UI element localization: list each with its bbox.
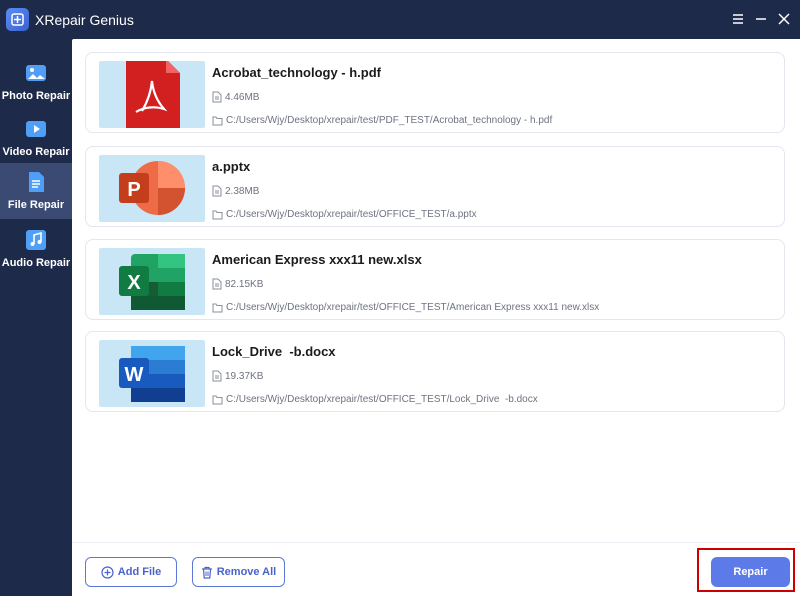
file-card[interactable]: X American Express xxx11 new.xlsx 82.15K… <box>85 239 785 320</box>
file-size-value: 4.46MB <box>225 91 260 103</box>
file-size: 82.15KB <box>212 278 263 290</box>
file-list-panel: Acrobat_technology - h.pdf 4.46MB C:/Use… <box>72 39 800 596</box>
file-size-value: 19.37KB <box>225 370 264 382</box>
file-name: a.pptx <box>212 159 251 174</box>
document-icon <box>212 185 222 197</box>
file-path-value: C:/Users/Wjy/Desktop/xrepair/test/OFFICE… <box>226 209 477 220</box>
minimize-icon[interactable] <box>752 10 770 28</box>
file-card[interactable]: Acrobat_technology - h.pdf 4.46MB C:/Use… <box>85 52 785 133</box>
repair-button[interactable]: Repair <box>711 557 790 587</box>
remove-all-button[interactable]: Remove All <box>192 557 285 587</box>
sidebar-item-label: Video Repair <box>2 146 70 158</box>
sidebar-item-photo-repair[interactable]: Photo Repair <box>0 56 72 112</box>
file-path-value: C:/Users/Wjy/Desktop/xrepair/test/PDF_TE… <box>226 115 553 126</box>
music-icon <box>26 230 46 250</box>
file-card[interactable]: P a.pptx 2.38MB C:/Users/Wjy/Desktop/xre… <box>85 146 785 227</box>
powerpoint-icon: P <box>119 161 185 215</box>
remove-all-label: Remove All <box>216 566 277 578</box>
file-path: C:/Users/Wjy/Desktop/xrepair/test/PDF_TE… <box>212 115 552 126</box>
app-logo-icon <box>6 8 29 31</box>
plus-circle-icon <box>101 565 114 579</box>
add-file-label: Add File <box>117 566 162 578</box>
file-thumbnail: X <box>99 248 205 315</box>
sidebar: Photo Repair Video Repair File Repair Au… <box>0 39 72 596</box>
svg-text:P: P <box>127 179 140 201</box>
svg-text:X: X <box>127 272 141 294</box>
file-size-value: 2.38MB <box>225 185 260 197</box>
file-path: C:/Users/Wjy/Desktop/xrepair/test/OFFICE… <box>212 394 538 405</box>
document-icon <box>212 370 222 382</box>
file-size: 2.38MB <box>212 185 259 197</box>
file-path: C:/Users/Wjy/Desktop/xrepair/test/OFFICE… <box>212 209 477 220</box>
file-card[interactable]: W Lock_Drive -b.docx 19.37KB C:/Users/Wj… <box>85 331 785 412</box>
close-icon[interactable] <box>775 10 793 28</box>
folder-icon <box>212 395 223 404</box>
photo-icon <box>26 65 46 81</box>
file-name: Acrobat_technology - h.pdf <box>212 65 381 80</box>
file-path-value: C:/Users/Wjy/Desktop/xrepair/test/OFFICE… <box>226 394 538 405</box>
sidebar-item-label: Audio Repair <box>1 257 71 269</box>
document-icon <box>212 91 222 103</box>
sidebar-item-label: File Repair <box>7 199 65 211</box>
footer-divider <box>72 542 800 543</box>
svg-text:W: W <box>125 364 144 386</box>
file-thumbnail: W <box>99 340 205 407</box>
file-path: C:/Users/Wjy/Desktop/xrepair/test/OFFICE… <box>212 302 599 313</box>
sidebar-item-audio-repair[interactable]: Audio Repair <box>0 223 72 279</box>
folder-icon <box>212 303 223 312</box>
file-size-value: 82.15KB <box>225 278 264 290</box>
trash-icon <box>201 566 212 579</box>
file-name: Lock_Drive -b.docx <box>212 344 336 359</box>
document-icon <box>212 278 222 290</box>
app-title: XRepair Genius <box>35 12 134 28</box>
title-bar: XRepair Genius <box>0 0 800 39</box>
file-thumbnail: P <box>99 155 205 222</box>
sidebar-item-video-repair[interactable]: Video Repair <box>0 112 72 168</box>
file-path-value: C:/Users/Wjy/Desktop/xrepair/test/OFFICE… <box>226 302 600 313</box>
pdf-icon <box>126 61 180 128</box>
file-size: 4.46MB <box>212 91 259 103</box>
file-size: 19.37KB <box>212 370 263 382</box>
sidebar-item-file-repair[interactable]: File Repair <box>0 163 72 219</box>
sidebar-item-label: Photo Repair <box>1 90 71 102</box>
excel-icon: X <box>119 254 185 310</box>
video-icon <box>26 121 46 137</box>
word-icon: W <box>119 346 185 402</box>
folder-icon <box>212 116 223 125</box>
file-thumbnail <box>99 61 205 128</box>
file-name: American Express xxx11 new.xlsx <box>212 252 422 267</box>
folder-icon <box>212 210 223 219</box>
add-file-button[interactable]: Add File <box>85 557 177 587</box>
file-icon <box>29 172 44 192</box>
menu-icon[interactable] <box>729 10 747 28</box>
